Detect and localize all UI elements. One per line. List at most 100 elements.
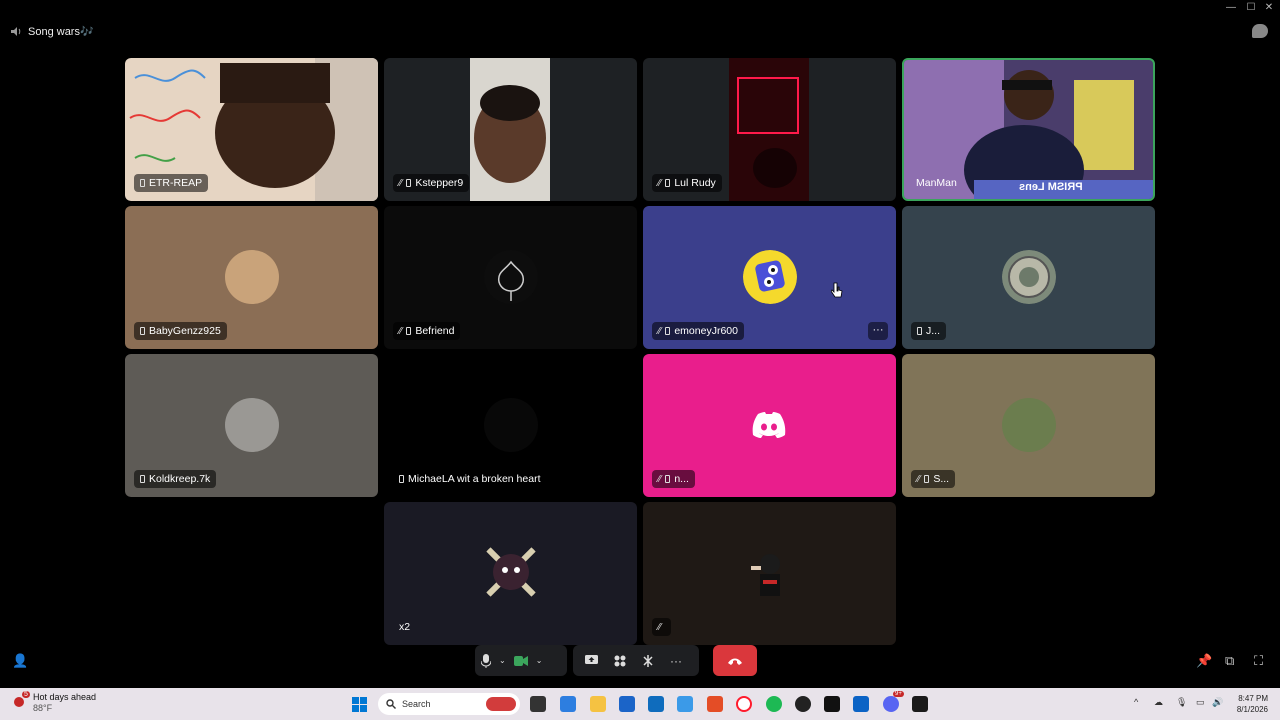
- windows-taskbar: 5 Hot days ahead 88°F Search 9+ ^ ☁ 🎙 ▭ …: [0, 688, 1280, 720]
- weather-title: Hot days ahead: [33, 692, 97, 702]
- participant-label: BabyGenzz925: [134, 322, 227, 340]
- participant-tile[interactable]: ⁄⁄ Lul Rudy: [643, 58, 896, 201]
- mic-tray-icon[interactable]: 🎙: [1176, 697, 1187, 708]
- chevron-down-icon[interactable]: ⌄: [499, 656, 506, 665]
- participant-label: ⁄⁄ Kstepper9: [393, 174, 470, 192]
- participant-name: n...: [674, 473, 689, 485]
- minimize-button[interactable]: —: [1222, 2, 1240, 13]
- disconnect-button[interactable]: [713, 645, 757, 676]
- app-icon[interactable]: [677, 696, 693, 712]
- deafened-icon: ⁄⁄: [917, 473, 921, 485]
- participant-tile[interactable]: MichaeLA wit a broken heart: [384, 354, 637, 497]
- mobile-icon: [665, 179, 671, 187]
- file-explorer-icon[interactable]: [590, 696, 606, 712]
- avatar: [483, 249, 538, 304]
- close-button[interactable]: ✕: [1260, 2, 1278, 13]
- deafened-icon: ⁄⁄: [658, 621, 662, 633]
- soundboard-icon[interactable]: [642, 654, 654, 667]
- opera-icon[interactable]: [736, 696, 752, 712]
- participant-name: S...: [933, 473, 950, 485]
- participant-tile[interactable]: ⁄⁄: [643, 502, 896, 645]
- participant-label: ⁄⁄ emoneyJr600: [652, 322, 744, 340]
- mobile-icon: [406, 327, 412, 335]
- app-icon[interactable]: [853, 696, 869, 712]
- mobile-icon: [665, 475, 671, 483]
- discord-call-window: — ☐ ✕ Song wars🎶 ETR-REAP ⁄⁄ Kstepper9 ⁄…: [0, 0, 1280, 688]
- participant-name: x2: [399, 621, 411, 633]
- lens-watermark: PRISM Lens: [1019, 181, 1083, 193]
- invite-user-icon[interactable]: 👤: [12, 653, 28, 669]
- maximize-button[interactable]: ☐: [1242, 2, 1260, 13]
- weather-temp: 88°F: [33, 703, 53, 713]
- participant-name: Koldkreep.7k: [149, 473, 211, 485]
- participant-tile[interactable]: x2: [384, 502, 637, 645]
- fullscreen-icon[interactable]: ⛶: [1254, 653, 1263, 669]
- mouse-cursor-icon: [831, 282, 843, 298]
- store-icon[interactable]: [619, 696, 635, 712]
- volume-icon[interactable]: 🔊: [1212, 697, 1223, 708]
- participant-label: ⁄⁄ Lul Rudy: [652, 174, 722, 192]
- mobile-icon: [399, 475, 404, 483]
- clock-date: 8/1/2026: [1236, 705, 1268, 714]
- more-options-button[interactable]: ···: [670, 654, 682, 668]
- participant-tile[interactable]: ETR-REAP: [125, 58, 378, 201]
- participant-label: J...: [911, 322, 947, 340]
- participant-tile[interactable]: J...: [902, 206, 1155, 349]
- outlook-icon[interactable]: [648, 696, 664, 712]
- pin-icon[interactable]: 📌: [1196, 653, 1212, 669]
- participant-label: ETR-REAP: [134, 174, 209, 192]
- voice-channel-header[interactable]: Song wars🎶: [10, 25, 94, 38]
- mobile-icon: [917, 327, 922, 335]
- participant-tile[interactable]: BabyGenzz925: [125, 206, 378, 349]
- tile-more-button[interactable]: ···: [868, 322, 888, 340]
- spotify-icon[interactable]: [766, 696, 782, 712]
- chevron-down-icon[interactable]: ⌄: [536, 656, 543, 665]
- participant-label: ManMan: [910, 174, 963, 192]
- camera-icon[interactable]: [513, 655, 528, 666]
- tray-chevron-up-icon[interactable]: ^: [1134, 697, 1138, 707]
- avatar: [742, 249, 797, 304]
- weather-widget[interactable]: Hot days ahead 88°F: [33, 692, 96, 714]
- avatar: [484, 545, 537, 598]
- hang-up-icon: [728, 658, 742, 665]
- weather-alert-icon[interactable]: [14, 697, 24, 707]
- weather-badge: 5: [22, 691, 30, 698]
- audio-app-icon[interactable]: [912, 696, 928, 712]
- participant-tile[interactable]: ⁄⁄ n...: [643, 354, 896, 497]
- copilot-icon[interactable]: [560, 696, 576, 712]
- taskbar-search[interactable]: Search: [378, 693, 520, 715]
- screen-share-icon[interactable]: [585, 655, 598, 666]
- deafened-icon: ⁄⁄: [399, 177, 403, 189]
- participant-tile-speaking[interactable]: PRISM Lens ManMan: [902, 58, 1155, 201]
- onedrive-icon[interactable]: ☁: [1154, 697, 1163, 708]
- participant-tile[interactable]: ⁄⁄ emoneyJr600 ···: [643, 206, 896, 349]
- system-clock[interactable]: 8:47 PM 8/1/2026: [1237, 693, 1268, 715]
- participant-tile[interactable]: ⁄⁄ S...: [902, 354, 1155, 497]
- activities-icon[interactable]: [614, 655, 626, 667]
- participant-label: x2: [393, 618, 416, 636]
- participant-tile[interactable]: Koldkreep.7k: [125, 354, 378, 497]
- avatar: [750, 553, 780, 596]
- app-icon[interactable]: [795, 696, 811, 712]
- participant-tile[interactable]: ⁄⁄ Befriend: [384, 206, 637, 349]
- task-view-icon[interactable]: [530, 696, 546, 712]
- chat-icon[interactable]: [1252, 24, 1268, 38]
- html5-icon[interactable]: [707, 696, 723, 712]
- channel-name: Song wars🎶: [28, 26, 94, 38]
- avatar: [224, 397, 279, 452]
- participant-name: ETR-REAP: [149, 177, 203, 189]
- popout-icon[interactable]: ⧉: [1225, 653, 1234, 669]
- search-highlight-icon: [486, 697, 516, 711]
- display-icon[interactable]: ▭: [1196, 697, 1205, 708]
- participant-name: ManMan: [916, 177, 957, 189]
- app-icon[interactable]: [824, 696, 840, 712]
- discord-taskbar-icon[interactable]: [883, 696, 899, 712]
- microphone-icon[interactable]: [481, 653, 491, 668]
- activity-group: ···: [573, 645, 699, 676]
- search-icon: [386, 699, 396, 709]
- participant-name: Befriend: [415, 325, 455, 337]
- mobile-icon: [140, 327, 145, 335]
- participant-tile[interactable]: ⁄⁄ Kstepper9: [384, 58, 637, 201]
- avatar: [483, 397, 538, 452]
- windows-start-icon[interactable]: [352, 697, 367, 712]
